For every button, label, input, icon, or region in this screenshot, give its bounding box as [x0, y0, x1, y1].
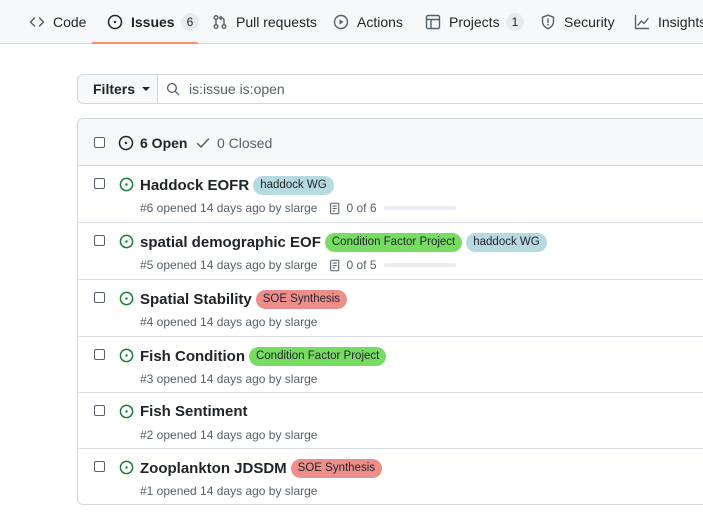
filters-label: Filters	[93, 81, 136, 97]
tab-pull-requests-label: Pull requests	[236, 14, 317, 30]
issue-row: spatial demographic EOF Condition Factor…	[78, 222, 703, 279]
task-count: 0 of 5	[346, 258, 377, 272]
tab-actions-label: Actions	[357, 14, 403, 30]
task-progress: 0 of 5	[329, 258, 456, 272]
issue-opened-icon	[119, 348, 134, 363]
tab-pull-requests[interactable]: Pull requests	[212, 0, 317, 44]
select-all-checkbox[interactable]	[94, 137, 105, 148]
tab-actions[interactable]: Actions	[333, 0, 403, 44]
closed-issues-filter[interactable]: 0 Closed	[195, 119, 272, 166]
active-tab-underline	[92, 42, 198, 44]
task-count: 0 of 6	[346, 201, 377, 215]
issue-checkbox[interactable]	[94, 178, 105, 189]
issue-checkbox[interactable]	[94, 461, 105, 472]
chevron-down-icon	[142, 87, 151, 91]
tab-projects-label: Projects	[449, 14, 500, 30]
play-icon	[333, 14, 349, 30]
open-issues-filter[interactable]: 6 Open	[118, 119, 187, 166]
issue-author-link[interactable]: slarge	[285, 258, 318, 272]
graph-icon	[634, 14, 650, 30]
issue-row: Haddock EOFR haddock WG #6 opened 14 day…	[78, 166, 703, 222]
issue-opened-icon	[119, 177, 134, 192]
issue-meta-text: #6 opened 14 days ago by	[140, 201, 282, 215]
issue-opened-icon	[119, 460, 134, 475]
label-soe-synthesis[interactable]: SOE Synthesis	[290, 459, 383, 478]
tab-issues-label: Issues	[131, 14, 175, 30]
issue-checkbox[interactable]	[94, 292, 105, 303]
issue-row: Zooplankton JDSDM SOE Synthesis #1 opene…	[78, 448, 703, 504]
issue-title-link[interactable]: Haddock EOFR	[140, 177, 249, 194]
checklist-icon	[330, 202, 340, 214]
task-progress-bar	[383, 263, 456, 267]
issue-meta-text: #5 opened 14 days ago by	[140, 258, 282, 272]
issue-row: Fish Condition Condition Factor Project …	[78, 336, 703, 392]
issue-opened-icon	[107, 14, 123, 30]
issues-count-badge: 6	[180, 13, 200, 31]
label-haddock-wg[interactable]: haddock WG	[253, 176, 334, 195]
label-soe-synthesis[interactable]: SOE Synthesis	[255, 290, 348, 309]
search-icon	[166, 82, 180, 96]
issue-author-link[interactable]: slarge	[285, 484, 318, 498]
issue-meta: #4 opened 14 days ago by slarge	[140, 315, 317, 329]
issue-meta-text: #2 opened 14 days ago by	[140, 428, 282, 442]
issue-opened-icon	[119, 404, 134, 419]
issue-title-link[interactable]: Fish Condition	[140, 348, 245, 365]
check-icon	[196, 137, 210, 148]
label-haddock-wg[interactable]: haddock WG	[466, 233, 547, 252]
repo-nav: Code Issues 6 Pull requests Actions Proj…	[0, 0, 703, 44]
issue-opened-icon	[119, 291, 134, 306]
issues-list: 6 Open 0 Closed Haddock EOFR haddock WG …	[77, 118, 703, 505]
shield-icon	[540, 14, 556, 30]
tab-insights[interactable]: Insights	[634, 0, 703, 44]
issue-author-link[interactable]: slarge	[285, 428, 318, 442]
git-pull-request-icon	[212, 14, 228, 30]
closed-count-label: 0 Closed	[217, 134, 273, 151]
tab-issues[interactable]: Issues 6	[107, 0, 200, 44]
tab-code[interactable]: Code	[29, 0, 86, 44]
tab-code-label: Code	[53, 14, 87, 30]
checklist-icon	[330, 259, 340, 271]
issue-meta-text: #4 opened 14 days ago by	[140, 315, 282, 329]
issue-opened-icon	[118, 135, 134, 150]
tab-projects[interactable]: Projects 1	[425, 0, 525, 44]
issue-title-link[interactable]: Spatial Stability	[140, 291, 252, 308]
tab-insights-label: Insights	[658, 14, 703, 30]
issue-title-link[interactable]: spatial demographic EOF	[140, 234, 321, 251]
issue-title-link[interactable]: Zooplankton JDSDM	[140, 460, 287, 477]
projects-count-badge: 1	[505, 13, 525, 31]
issue-row: Spatial Stability SOE Synthesis #4 opene…	[78, 279, 703, 336]
issue-opened-icon	[119, 234, 134, 249]
issue-meta-text: #3 opened 14 days ago by	[140, 372, 282, 386]
issue-meta: #3 opened 14 days ago by slarge	[140, 372, 317, 386]
search-input[interactable]	[189, 81, 689, 97]
search-box	[157, 74, 703, 104]
open-count-label: 6 Open	[140, 134, 188, 151]
code-icon	[29, 14, 45, 30]
issue-meta: #5 opened 14 days ago by slarge 0 of 5	[140, 258, 456, 272]
issue-author-link[interactable]: slarge	[285, 201, 318, 215]
issue-checkbox[interactable]	[94, 405, 105, 416]
issues-list-header: 6 Open 0 Closed	[78, 119, 703, 166]
label-condition-factor-project[interactable]: Condition Factor Project	[324, 233, 463, 252]
filters-button[interactable]: Filters	[77, 74, 157, 104]
issue-meta: #2 opened 14 days ago by slarge	[140, 428, 317, 442]
issue-title-link[interactable]: Fish Sentiment	[140, 403, 248, 420]
label-condition-factor-project[interactable]: Condition Factor Project	[248, 347, 387, 366]
task-progress-bar	[383, 206, 456, 210]
issue-author-link[interactable]: slarge	[285, 372, 318, 386]
issue-meta: #1 opened 14 days ago by slarge	[140, 484, 317, 498]
task-progress: 0 of 6	[329, 201, 456, 215]
issue-row: Fish Sentiment #2 opened 14 days ago by …	[78, 392, 703, 448]
tab-security[interactable]: Security	[540, 0, 615, 44]
issue-checkbox[interactable]	[94, 235, 105, 246]
issue-author-link[interactable]: slarge	[285, 315, 318, 329]
tab-security-label: Security	[564, 14, 615, 30]
table-icon	[425, 14, 441, 30]
issue-checkbox[interactable]	[94, 349, 105, 360]
issue-meta-text: #1 opened 14 days ago by	[140, 484, 282, 498]
issue-meta: #6 opened 14 days ago by slarge 0 of 6	[140, 201, 456, 215]
